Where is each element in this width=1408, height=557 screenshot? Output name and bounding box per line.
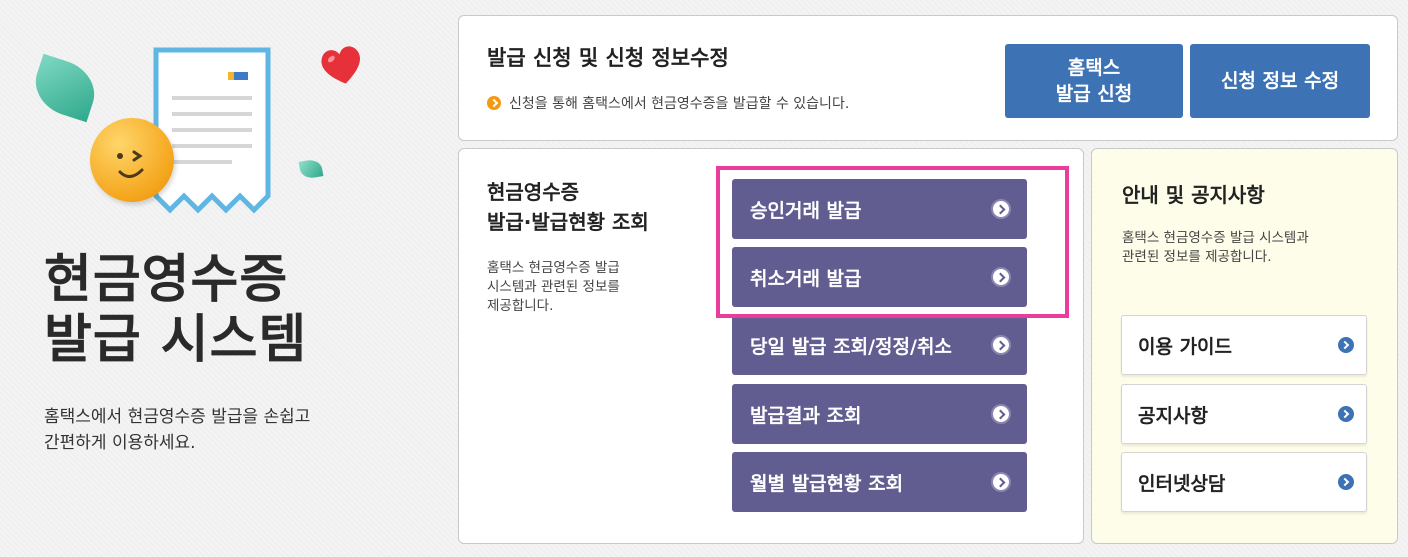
monthly-status-inquiry-button-label: 월별 발급현황 조회 (750, 472, 904, 495)
hero-illustration (27, 40, 378, 220)
approval-issue-button-label: 승인거래 발급 (750, 199, 862, 222)
page-description-line: 홈택스에서 현금영수증 발급을 손쉽고 (44, 407, 311, 427)
issuance-panel-title-line: 발급·발급현황 조회 (487, 210, 649, 234)
issuance-panel-title: 현금영수증 발급·발급현황 조회 (487, 177, 649, 237)
issuance-panel-description-line: 시스템과 관련된 정보를 (487, 279, 620, 295)
issue-result-inquiry-button[interactable]: 발급결과 조회 (732, 384, 1027, 444)
issuance-panel-description: 홈택스 현금영수증 발급 시스템과 관련된 정보를 제공합니다. (487, 259, 620, 316)
bullet-arrow-icon (487, 96, 501, 110)
application-panel: 발급 신청 및 신청 정보수정 신청을 통해 홈택스에서 현금영수증을 발급할 … (458, 15, 1398, 141)
issuance-panel: 현금영수증 발급·발급현황 조회 홈택스 현금영수증 발급 시스템과 관련된 정… (458, 148, 1084, 544)
issue-result-inquiry-button-label: 발급결과 조회 (750, 404, 862, 427)
application-note: 신청을 통해 홈택스에서 현금영수증을 발급할 수 있습니다. (487, 93, 849, 113)
chevron-right-icon (991, 199, 1011, 219)
notice-panel-description: 홈택스 현금영수증 발급 시스템과 관련된 정보를 제공합니다. (1122, 229, 1309, 267)
chevron-right-icon (991, 404, 1011, 424)
usage-guide-button[interactable]: 이용 가이드 (1121, 315, 1367, 375)
issuance-panel-description-line: 홈택스 현금영수증 발급 (487, 260, 620, 276)
heart-icon (321, 46, 360, 84)
page-title-line: 현금영수증 (44, 250, 289, 310)
hometax-apply-button-line: 홈택스 (1067, 57, 1121, 79)
chevron-right-icon (1338, 337, 1354, 353)
online-consultation-button-label: 인터넷상담 (1138, 472, 1226, 495)
page-title-line: 발급 시스템 (44, 310, 308, 370)
edit-application-button-label: 신청 정보 수정 (1220, 70, 1340, 92)
issuance-panel-title-line: 현금영수증 (487, 180, 579, 204)
notices-button-label: 공지사항 (1138, 404, 1208, 427)
page-title: 현금영수증 발급 시스템 (44, 250, 424, 370)
cancel-issue-button[interactable]: 취소거래 발급 (732, 247, 1027, 307)
edit-application-button[interactable]: 신청 정보 수정 (1190, 44, 1370, 118)
chevron-right-icon (991, 335, 1011, 355)
cancel-issue-button-label: 취소거래 발급 (750, 267, 862, 290)
online-consultation-button[interactable]: 인터넷상담 (1121, 452, 1367, 512)
notice-panel-description-line: 홈택스 현금영수증 발급 시스템과 (1122, 230, 1309, 246)
smiley-icon (90, 118, 174, 202)
chevron-right-icon (991, 267, 1011, 287)
approval-issue-button[interactable]: 승인거래 발급 (732, 179, 1027, 239)
usage-guide-button-label: 이용 가이드 (1138, 335, 1233, 358)
hometax-apply-button-line: 발급 신청 (1055, 83, 1133, 105)
same-day-inquiry-button[interactable]: 당일 발급 조회/정정/취소 (732, 315, 1027, 375)
notice-panel: 안내 및 공지사항 홈택스 현금영수증 발급 시스템과 관련된 정보를 제공합니… (1091, 148, 1398, 544)
chevron-right-icon (991, 472, 1011, 492)
chevron-right-icon (1338, 474, 1354, 490)
hometax-apply-button[interactable]: 홈택스 발급 신청 (1005, 44, 1183, 118)
application-note-text: 신청을 통해 홈택스에서 현금영수증을 발급할 수 있습니다. (509, 96, 850, 112)
issuance-panel-description-line: 제공합니다. (487, 298, 554, 314)
notice-panel-description-line: 관련된 정보를 제공합니다. (1122, 249, 1272, 265)
leaf-icon (298, 158, 324, 180)
leaf-icon (27, 53, 103, 123)
page-description: 홈택스에서 현금영수증 발급을 손쉽고 간편하게 이용하세요. (44, 404, 424, 456)
same-day-inquiry-button-label: 당일 발급 조회/정정/취소 (750, 335, 952, 358)
application-panel-title: 발급 신청 및 신청 정보수정 (487, 46, 729, 70)
notice-panel-title: 안내 및 공지사항 (1122, 183, 1265, 207)
chevron-right-icon (1338, 406, 1354, 422)
notices-button[interactable]: 공지사항 (1121, 384, 1367, 444)
page-description-line: 간편하게 이용하세요. (44, 433, 196, 453)
monthly-status-inquiry-button[interactable]: 월별 발급현황 조회 (732, 452, 1027, 512)
